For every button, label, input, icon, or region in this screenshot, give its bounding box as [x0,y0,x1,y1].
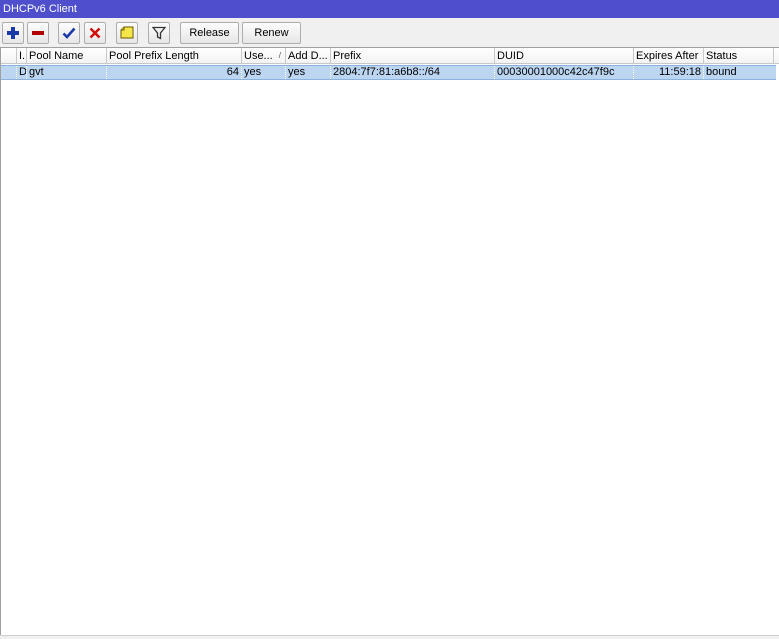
release-button[interactable]: Release [180,22,239,44]
filter-button[interactable] [148,22,170,44]
column-header-pool-prefix-length[interactable]: Pool Prefix Length [107,48,242,64]
enable-button[interactable] [58,22,80,44]
table-row[interactable]: D gvt 64 yes yes 2804:7f7:81:a6b8::/64 0… [1,65,776,80]
column-header-select[interactable] [1,48,17,64]
row-add-default-route: yes [286,66,331,79]
column-header-duid[interactable]: DUID [495,48,634,64]
column-header-use-peer-dns[interactable]: Use... / [242,48,286,64]
sort-arrow-icon: / [278,51,281,60]
row-status: bound [706,66,737,78]
row-expires-after: 11:59:18 [634,66,704,79]
row-flag: D [19,66,27,79]
comment-button[interactable] [116,22,138,44]
column-header-add-default-route[interactable]: Add D... [286,48,331,64]
dhcpv6-client-window: DHCPv6 Client Release Renew I. Pool Name… [0,0,779,639]
column-header-expires-after[interactable]: Expires After [634,48,704,64]
table-header: I. Pool Name Pool Prefix Length Use... / … [1,48,779,64]
remove-button[interactable] [27,22,49,44]
add-button[interactable] [2,22,24,44]
plus-icon [7,27,19,39]
row-duid: 00030001000c42c47f9c [495,66,634,79]
column-header-prefix[interactable]: Prefix [331,48,495,64]
row-prefix: 2804:7f7:81:a6b8::/64 [331,66,495,79]
disable-button[interactable] [84,22,106,44]
column-header-pool-name[interactable]: Pool Name [27,48,107,64]
filter-icon [152,26,166,40]
client-table: I. Pool Name Pool Prefix Length Use... / … [0,47,779,635]
column-label-use-peer-dns: Use... [244,50,273,62]
note-icon [120,26,134,39]
renew-button[interactable]: Renew [242,22,301,44]
row-pool-name: gvt [27,66,107,79]
row-select-cell[interactable] [1,66,17,79]
column-header-status[interactable]: Status [704,48,774,64]
minus-icon [32,31,44,35]
row-pool-prefix-length: 64 [107,66,242,79]
window-title: DHCPv6 Client [0,0,779,18]
check-icon [62,27,76,39]
status-bar [0,635,779,639]
toolbar: Release Renew [0,18,779,47]
cross-icon [89,27,101,39]
column-header-filler [774,48,779,64]
row-use-peer-dns: yes [242,66,286,79]
column-header-flags[interactable]: I. [17,48,27,64]
